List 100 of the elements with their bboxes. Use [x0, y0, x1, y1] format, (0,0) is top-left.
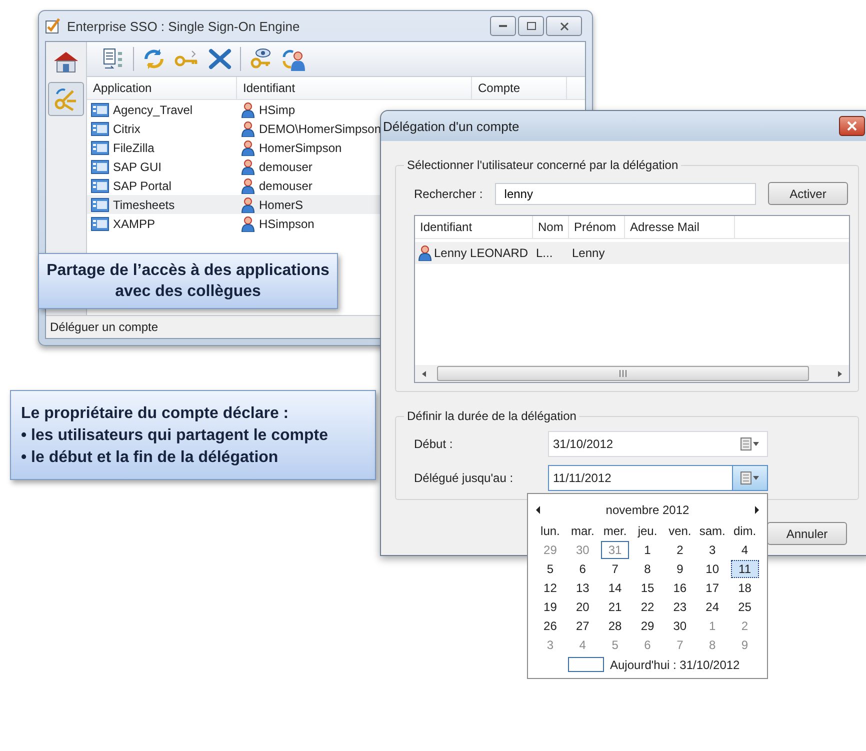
month-title[interactable]: novembre 2012 [606, 503, 690, 517]
table-row[interactable]: Agency_Travel HSimp [87, 100, 585, 119]
calendar-day[interactable]: 14 [600, 579, 630, 597]
user-icon [241, 158, 255, 174]
calendar-day[interactable]: 28 [600, 617, 630, 635]
calendar-day[interactable]: 19 [536, 598, 564, 616]
column-header[interactable]: Application [87, 77, 237, 99]
key-icon[interactable] [249, 47, 273, 71]
search-field[interactable]: lenny [495, 182, 756, 204]
application-icon [91, 198, 109, 212]
close-button[interactable] [546, 16, 582, 36]
next-icon[interactable] [752, 505, 761, 515]
window-title: Enterprise SSO : Single Sign-On Engine [67, 18, 301, 34]
checkbox-logo-icon [45, 18, 61, 34]
user-icon [241, 196, 255, 212]
close-button[interactable] [839, 116, 865, 136]
calendar-day[interactable]: 15 [633, 579, 662, 597]
calendar-day[interactable]: 18 [730, 579, 759, 597]
grip-icon[interactable] [619, 370, 627, 377]
table-cell: HSimp [259, 102, 296, 116]
application-icon [91, 140, 109, 154]
calendar-day[interactable]: 10 [698, 560, 727, 578]
weekday-label: lun. [540, 523, 561, 540]
field-label: Délégué jusqu'au : [414, 471, 514, 485]
column-header[interactable]: Compte [472, 77, 567, 99]
weekday-label: ven. [668, 523, 692, 540]
maximize-icon [526, 22, 536, 30]
date-field[interactable]: 11/11/2012 [548, 465, 768, 491]
calendar-icon[interactable] [740, 471, 760, 485]
callout-text: Le propriétaire du compte déclare : • les utilisateurs qui partagent le compte • le début et la fin de la délégation [21, 404, 330, 468]
user-icon [241, 120, 255, 136]
previous-icon[interactable] [534, 505, 542, 515]
column-header[interactable]: Identifiant [415, 216, 533, 238]
calendar-day[interactable]: 6 [568, 560, 597, 578]
group-label: Sélectionner l'utilisateur concerné par la délégation [404, 158, 682, 172]
users-icon[interactable] [281, 47, 307, 71]
calendar-day[interactable]: 26 [536, 617, 564, 635]
table-row[interactable]: Lenny LEONARD L... Lenny [415, 242, 849, 264]
calendar-day[interactable]: 9 [666, 560, 694, 578]
calendar-day[interactable]: 17 [698, 579, 727, 597]
document-icon[interactable] [101, 47, 125, 71]
calendar-day[interactable]: 1 [633, 541, 662, 559]
dialog-title: Délégation d'un compte [383, 118, 520, 134]
calendar-day[interactable]: 2 [666, 541, 694, 559]
date-field[interactable]: 31/10/2012 [548, 431, 768, 457]
table-cell: HomerS [259, 198, 304, 212]
user-icon [241, 216, 255, 232]
column-header[interactable]: Adresse Mail [625, 216, 735, 238]
refresh-icon[interactable] [142, 47, 166, 71]
today-swatch [568, 657, 604, 672]
callout-text: Partage de l’accès à des applications avec des collègues [46, 261, 330, 302]
calendar-day[interactable]: 23 [666, 598, 694, 616]
field-label: Début : [414, 437, 454, 451]
maximize-button[interactable] [518, 16, 544, 36]
table-cell: Citrix [113, 122, 140, 136]
calendar-day[interactable]: 27 [568, 617, 597, 635]
table-cell: demouser [259, 160, 312, 174]
horizontal-scrollbar[interactable] [415, 365, 849, 382]
calendar-day[interactable]: 30 [666, 617, 694, 635]
calendar-day[interactable]: 22 [633, 598, 662, 616]
minimize-button[interactable] [490, 16, 516, 36]
calendar-day[interactable]: 16 [666, 579, 694, 597]
column-header[interactable]: Nom [533, 216, 569, 238]
user-icon [241, 178, 255, 194]
delete-icon[interactable] [208, 48, 232, 70]
cancel-button[interactable]: Annuler [767, 522, 847, 545]
calendar-day[interactable]: 29 [633, 617, 662, 635]
calendar-day[interactable]: 4 [730, 541, 759, 559]
weekday-label: dim. [732, 523, 758, 540]
column-header[interactable]: Identifiant [237, 77, 472, 99]
calendar-day[interactable]: 5 [536, 560, 564, 578]
weekday-label: mar. [570, 523, 596, 540]
calendar-day[interactable]: 12 [536, 579, 564, 597]
table-row[interactable]: FileZilla HomerSimpson [87, 138, 585, 157]
table-cell: HSimpson [259, 216, 314, 230]
calendar-day[interactable]: 3 [698, 541, 727, 559]
calendar-day[interactable]: 20 [568, 598, 597, 616]
calendar-icon[interactable] [740, 437, 760, 451]
application-icon [91, 178, 109, 192]
calendar-day[interactable]: 7 [600, 560, 630, 578]
calendar-day[interactable]: 8 [633, 560, 662, 578]
table-cell: SAP GUI [113, 160, 162, 174]
calendar-day[interactable]: 21 [600, 598, 630, 616]
calendar-day[interactable]: 25 [730, 598, 759, 616]
weekday-label: jeu. [636, 523, 658, 540]
calendar-day[interactable]: 11 [730, 560, 759, 578]
column-header[interactable]: Prénom [569, 216, 625, 238]
calendar-day[interactable]: 13 [568, 579, 597, 597]
calendar-day[interactable]: 24 [698, 598, 727, 616]
activate-button[interactable]: Activer [768, 182, 848, 205]
table-cell: L... [536, 246, 553, 260]
table-cell: FileZilla [113, 140, 154, 154]
user-icon [241, 140, 255, 156]
user-icon [241, 102, 255, 118]
today-link[interactable]: Aujourd'hui : 31/10/2012 [610, 658, 740, 672]
share-icon [53, 86, 79, 112]
application-icon [91, 216, 109, 230]
table-cell: Lenny LEONARD [434, 246, 528, 260]
minimize-icon [499, 24, 507, 28]
table-cell: HomerSimpson [259, 140, 342, 154]
